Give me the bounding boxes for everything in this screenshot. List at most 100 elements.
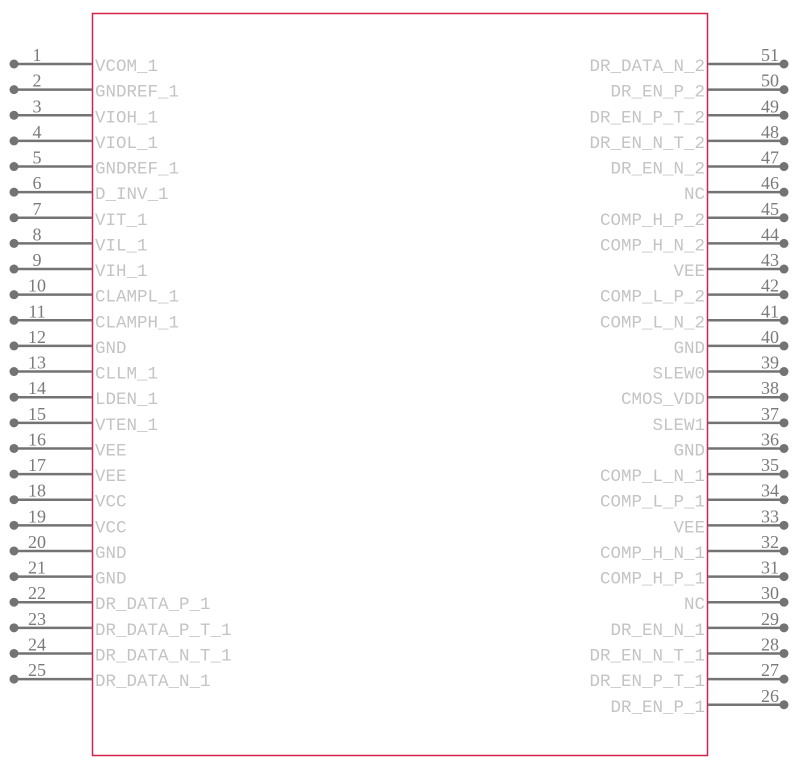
pin-endpoint[interactable] — [779, 623, 789, 633]
pin-number: 10 — [28, 276, 46, 296]
pin-label: NC — [684, 185, 705, 205]
pin-endpoint[interactable] — [779, 213, 789, 223]
pin-endpoint[interactable] — [779, 700, 789, 710]
pin-number: 42 — [761, 276, 779, 296]
pin-number: 51 — [761, 45, 779, 65]
pin-label: GNDREF_1 — [95, 160, 179, 180]
pin-number: 33 — [761, 506, 779, 526]
pin-endpoint[interactable] — [9, 546, 19, 556]
pin-label: NC — [684, 595, 705, 615]
pin-endpoint[interactable] — [9, 85, 19, 95]
pin-endpoint[interactable] — [9, 341, 19, 351]
pin-endpoint[interactable] — [779, 648, 789, 658]
pin-label: DR_DATA_N_1 — [95, 672, 211, 692]
pin-number: 12 — [28, 327, 46, 347]
pin-endpoint[interactable] — [9, 136, 19, 146]
pin-endpoint[interactable] — [779, 392, 789, 402]
pin-label: CLAMPL_1 — [95, 288, 179, 308]
pin-endpoint[interactable] — [9, 520, 19, 530]
pin-label: COMP_H_N_2 — [600, 236, 705, 256]
pin-endpoint[interactable] — [779, 367, 789, 377]
pin-number: 45 — [761, 199, 779, 219]
pin-number: 38 — [761, 378, 779, 398]
pin-label: DR_EN_P_T_1 — [589, 672, 705, 692]
pin-endpoint[interactable] — [779, 136, 789, 146]
pin-endpoint[interactable] — [9, 495, 19, 505]
pin-endpoint[interactable] — [779, 85, 789, 95]
pin-label: GND — [673, 441, 705, 461]
pin-number: 22 — [28, 583, 46, 603]
pin-endpoint[interactable] — [9, 59, 19, 69]
pin-endpoint[interactable] — [779, 187, 789, 197]
pin-label: SLEW1 — [652, 416, 705, 436]
pin-label: DR_DATA_N_2 — [589, 57, 705, 77]
pin-number: 30 — [761, 583, 779, 603]
pin-label: VIOL_1 — [95, 134, 158, 154]
pin-label: VTEN_1 — [95, 416, 158, 436]
pin-number: 35 — [761, 455, 779, 475]
pin-endpoint[interactable] — [9, 597, 19, 607]
pin-endpoint[interactable] — [779, 418, 789, 428]
pin-endpoint[interactable] — [9, 290, 19, 300]
pin-number: 37 — [761, 404, 779, 424]
pin-label: VCOM_1 — [95, 57, 158, 77]
pin-endpoint[interactable] — [779, 110, 789, 120]
pin-endpoint[interactable] — [9, 572, 19, 582]
pin-label: GND — [95, 570, 127, 590]
pin-number: 31 — [761, 558, 779, 578]
pin-endpoint[interactable] — [9, 264, 19, 274]
pin-endpoint[interactable] — [779, 443, 789, 453]
pin-number: 9 — [33, 250, 42, 270]
pin-endpoint[interactable] — [779, 162, 789, 172]
pin-label: COMP_L_N_2 — [600, 313, 705, 333]
pin-number: 25 — [28, 660, 46, 680]
pin-endpoint[interactable] — [779, 674, 789, 684]
pin-number: 18 — [28, 481, 46, 501]
pin-endpoint[interactable] — [9, 674, 19, 684]
pin-endpoint[interactable] — [779, 264, 789, 274]
pin-label: COMP_H_P_1 — [600, 570, 705, 590]
pin-endpoint[interactable] — [779, 520, 789, 530]
pin-number: 8 — [33, 224, 42, 244]
pin-label: DR_EN_P_2 — [610, 83, 705, 103]
pin-label: LDEN_1 — [95, 390, 158, 410]
pin-label: DR_DATA_N_T_1 — [95, 646, 232, 666]
pin-label: VCC — [95, 518, 127, 538]
pin-number: 4 — [33, 122, 42, 142]
pin-endpoint[interactable] — [779, 469, 789, 479]
pin-endpoint[interactable] — [779, 597, 789, 607]
pin-endpoint[interactable] — [779, 238, 789, 248]
pin-label: COMP_H_P_2 — [600, 211, 705, 231]
pin-label: COMP_L_P_1 — [600, 493, 705, 513]
pin-endpoint[interactable] — [9, 213, 19, 223]
pin-endpoint[interactable] — [9, 418, 19, 428]
pin-number: 39 — [761, 353, 779, 373]
pin-label: CLAMPH_1 — [95, 313, 179, 333]
pin-endpoint[interactable] — [9, 623, 19, 633]
pin-number: 11 — [28, 301, 45, 321]
pin-label: VEE — [95, 467, 127, 487]
pin-endpoint[interactable] — [9, 443, 19, 453]
pin-endpoint[interactable] — [9, 469, 19, 479]
pin-number: 36 — [761, 429, 779, 449]
pin-number: 15 — [28, 404, 46, 424]
pin-endpoint[interactable] — [9, 187, 19, 197]
pin-endpoint[interactable] — [779, 315, 789, 325]
pin-label: DR_EN_P_T_2 — [589, 108, 705, 128]
pin-endpoint[interactable] — [779, 341, 789, 351]
pin-endpoint[interactable] — [779, 546, 789, 556]
pin-number: 20 — [28, 532, 46, 552]
pin-number: 44 — [761, 224, 779, 244]
pin-number: 28 — [761, 634, 779, 654]
pin-endpoint[interactable] — [9, 392, 19, 402]
pin-endpoint[interactable] — [779, 495, 789, 505]
pin-endpoint[interactable] — [9, 162, 19, 172]
pin-endpoint[interactable] — [779, 290, 789, 300]
pin-endpoint[interactable] — [9, 238, 19, 248]
pin-endpoint[interactable] — [9, 315, 19, 325]
pin-endpoint[interactable] — [779, 572, 789, 582]
pin-endpoint[interactable] — [779, 59, 789, 69]
pin-endpoint[interactable] — [9, 648, 19, 658]
pin-endpoint[interactable] — [9, 110, 19, 120]
pin-endpoint[interactable] — [9, 367, 19, 377]
